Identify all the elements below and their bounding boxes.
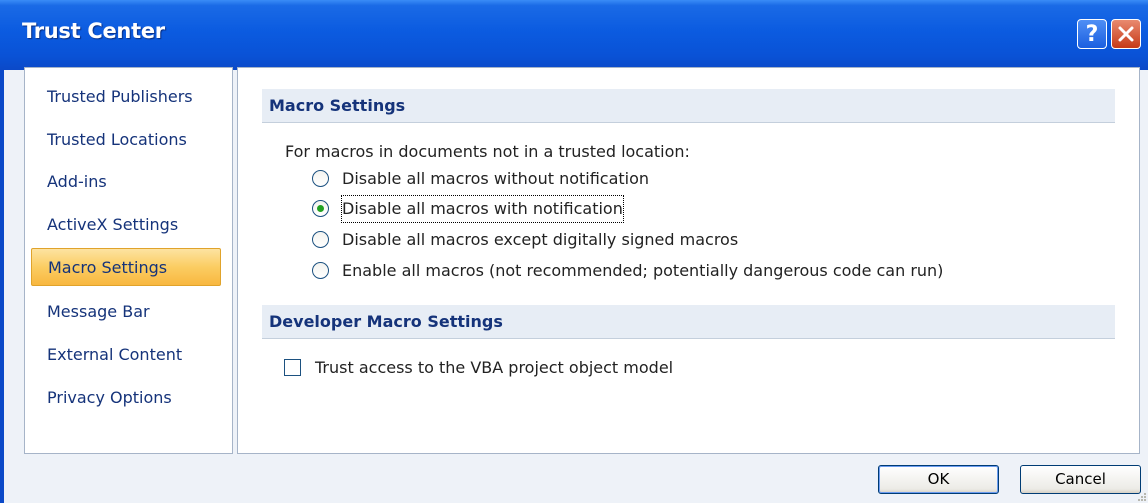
vba-access-checkbox[interactable] xyxy=(284,359,301,376)
title-bar[interactable]: Trust Center ? xyxy=(0,0,1148,70)
radio-label: Enable all macros (not recommended; pote… xyxy=(342,261,944,280)
sidebar-item-external-content[interactable]: External Content xyxy=(31,336,221,374)
sidebar-item-activex-settings[interactable]: ActiveX Settings xyxy=(31,206,221,244)
macro-settings-header: Macro Settings xyxy=(262,89,1115,123)
help-button[interactable]: ? xyxy=(1077,19,1107,49)
radio-button-selected[interactable] xyxy=(312,200,329,217)
macro-intro-text: For macros in documents not in a trusted… xyxy=(285,142,690,161)
sidebar-item-privacy-options[interactable]: Privacy Options xyxy=(31,379,221,417)
radio-button[interactable] xyxy=(312,170,329,187)
radio-button[interactable] xyxy=(312,262,329,279)
sidebar-item-add-ins[interactable]: Add-ins xyxy=(31,163,221,201)
sidebar-item-macro-settings[interactable]: Macro Settings xyxy=(31,248,221,286)
help-icon: ? xyxy=(1085,22,1099,47)
sidebar-item-trusted-publishers[interactable]: Trusted Publishers xyxy=(31,78,221,116)
cancel-button[interactable]: Cancel xyxy=(1020,465,1141,494)
window-frame-left xyxy=(0,56,4,503)
ok-button[interactable]: OK xyxy=(878,465,999,494)
sidebar-item-trusted-locations[interactable]: Trusted Locations xyxy=(31,121,221,159)
radio-label: Disable all macros except digitally sign… xyxy=(342,230,739,249)
close-icon xyxy=(1118,26,1134,42)
trust-center-window: Trust Center ? Trusted Publishers Truste… xyxy=(0,0,1148,503)
radio-label: Disable all macros without notification xyxy=(342,169,650,188)
close-button[interactable] xyxy=(1111,19,1141,49)
vba-access-label: Trust access to the VBA project object m… xyxy=(315,358,674,377)
developer-settings-header: Developer Macro Settings xyxy=(262,305,1115,339)
sidebar-item-message-bar[interactable]: Message Bar xyxy=(31,293,221,331)
window-title: Trust Center xyxy=(22,19,165,43)
radio-button[interactable] xyxy=(312,231,329,248)
radio-label: Disable all macros with notification xyxy=(341,195,624,223)
sidebar-nav: Trusted Publishers Trusted Locations Add… xyxy=(24,67,233,454)
settings-panel: Macro Settings For macros in documents n… xyxy=(237,67,1140,454)
resize-grip-icon[interactable] xyxy=(1136,491,1146,501)
